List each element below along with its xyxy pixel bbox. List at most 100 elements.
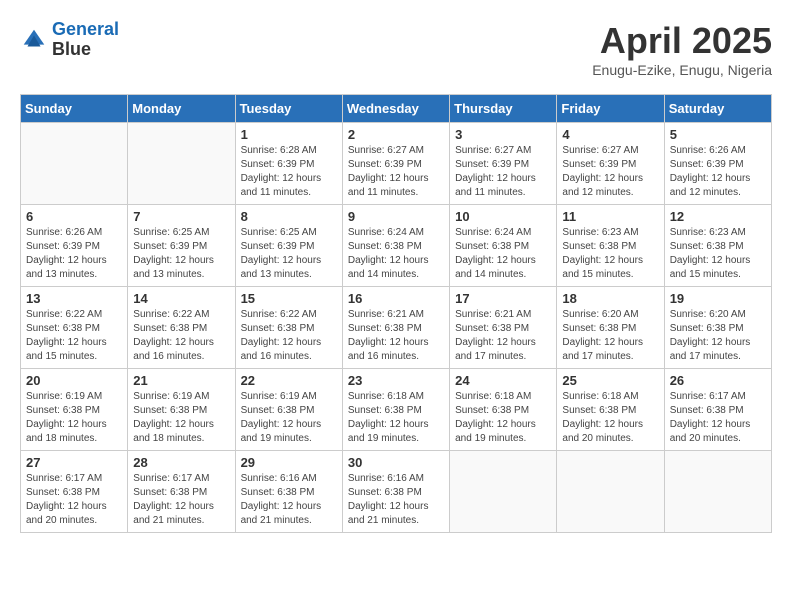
- day-info: Sunrise: 6:23 AMSunset: 6:38 PMDaylight:…: [670, 226, 766, 282]
- calendar-cell: [21, 123, 128, 205]
- day-info: Sunrise: 6:16 AMSunset: 6:38 PMDaylight:…: [241, 472, 337, 528]
- calendar-cell: 6Sunrise: 6:26 AMSunset: 6:39 PMDaylight…: [21, 205, 128, 287]
- day-info: Sunrise: 6:24 AMSunset: 6:38 PMDaylight:…: [455, 226, 551, 282]
- calendar-cell: 20 Sunrise: 6:19 AMSunset: 6:38 PMDayligh…: [21, 369, 128, 451]
- logo-text: General Blue: [52, 20, 119, 60]
- week-row-4: 20 Sunrise: 6:19 AMSunset: 6:38 PMDayligh…: [21, 369, 772, 451]
- weekday-header-row: SundayMondayTuesdayWednesdayThursdayFrid…: [21, 95, 772, 123]
- day-number: 15: [241, 291, 337, 306]
- day-number: 20: [26, 373, 122, 388]
- location: Enugu-Ezike, Enugu, Nigeria: [592, 62, 772, 78]
- calendar-cell: [557, 451, 664, 533]
- day-info: Sunrise: 6:16 AMSunset: 6:38 PMDaylight:…: [348, 472, 444, 528]
- week-row-5: 27 Sunrise: 6:17 AMSunset: 6:38 PMDayligh…: [21, 451, 772, 533]
- day-number: 8: [241, 209, 337, 224]
- day-info: Sunrise: 6:21 AMSunset: 6:38 PMDaylight:…: [455, 308, 551, 364]
- calendar-cell: 9 Sunrise: 6:24 AMSunset: 6:38 PMDaylight…: [342, 205, 449, 287]
- weekday-header-monday: Monday: [128, 95, 235, 123]
- weekday-header-thursday: Thursday: [450, 95, 557, 123]
- calendar-cell: 7Sunrise: 6:25 AMSunset: 6:39 PMDaylight…: [128, 205, 235, 287]
- title-block: April 2025 Enugu-Ezike, Enugu, Nigeria: [592, 20, 772, 78]
- day-number: 4: [562, 127, 658, 142]
- calendar-cell: 4 Sunrise: 6:27 AMSunset: 6:39 PMDaylight…: [557, 123, 664, 205]
- day-info: Sunrise: 6:25 AMSunset: 6:39 PMDaylight:…: [133, 226, 229, 282]
- calendar-cell: 29 Sunrise: 6:16 AMSunset: 6:38 PMDayligh…: [235, 451, 342, 533]
- day-info: Sunrise: 6:20 AMSunset: 6:38 PMDaylight:…: [670, 308, 766, 364]
- day-number: 1: [241, 127, 337, 142]
- day-info: Sunrise: 6:19 AMSunset: 6:38 PMDaylight:…: [241, 390, 337, 446]
- day-info: Sunrise: 6:19 AMSunset: 6:38 PMDaylight:…: [26, 390, 122, 446]
- calendar-cell: [664, 451, 771, 533]
- calendar-cell: 19 Sunrise: 6:20 AMSunset: 6:38 PMDayligh…: [664, 287, 771, 369]
- day-number: 27: [26, 455, 122, 470]
- calendar-cell: 28Sunrise: 6:17 AMSunset: 6:38 PMDayligh…: [128, 451, 235, 533]
- calendar-cell: 14 Sunrise: 6:22 AMSunset: 6:38 PMDayligh…: [128, 287, 235, 369]
- calendar-cell: 17 Sunrise: 6:21 AMSunset: 6:38 PMDayligh…: [450, 287, 557, 369]
- day-number: 28: [133, 455, 229, 470]
- day-number: 24: [455, 373, 551, 388]
- day-info: Sunrise: 6:27 AMSunset: 6:39 PMDaylight:…: [562, 144, 658, 200]
- day-info: Sunrise: 6:18 AMSunset: 6:38 PMDaylight:…: [455, 390, 551, 446]
- day-number: 29: [241, 455, 337, 470]
- week-row-2: 6Sunrise: 6:26 AMSunset: 6:39 PMDaylight…: [21, 205, 772, 287]
- weekday-header-friday: Friday: [557, 95, 664, 123]
- day-info: Sunrise: 6:27 AMSunset: 6:39 PMDaylight:…: [455, 144, 551, 200]
- day-number: 12: [670, 209, 766, 224]
- calendar-cell: 11 Sunrise: 6:23 AMSunset: 6:38 PMDayligh…: [557, 205, 664, 287]
- day-number: 17: [455, 291, 551, 306]
- day-number: 30: [348, 455, 444, 470]
- calendar-cell: 22 Sunrise: 6:19 AMSunset: 6:38 PMDayligh…: [235, 369, 342, 451]
- calendar-cell: 24 Sunrise: 6:18 AMSunset: 6:38 PMDayligh…: [450, 369, 557, 451]
- day-number: 5: [670, 127, 766, 142]
- day-info: Sunrise: 6:18 AMSunset: 6:38 PMDaylight:…: [348, 390, 444, 446]
- week-row-1: 1 Sunrise: 6:28 AMSunset: 6:39 PMDaylight…: [21, 123, 772, 205]
- day-info: Sunrise: 6:22 AMSunset: 6:38 PMDaylight:…: [26, 308, 122, 364]
- day-number: 16: [348, 291, 444, 306]
- day-number: 14: [133, 291, 229, 306]
- calendar-cell: 2 Sunrise: 6:27 AMSunset: 6:39 PMDaylight…: [342, 123, 449, 205]
- day-info: Sunrise: 6:20 AMSunset: 6:38 PMDaylight:…: [562, 308, 658, 364]
- day-info: Sunrise: 6:27 AMSunset: 6:39 PMDaylight:…: [348, 144, 444, 200]
- calendar-table: SundayMondayTuesdayWednesdayThursdayFrid…: [20, 94, 772, 533]
- day-info: Sunrise: 6:21 AMSunset: 6:38 PMDaylight:…: [348, 308, 444, 364]
- calendar-cell: 12 Sunrise: 6:23 AMSunset: 6:38 PMDayligh…: [664, 205, 771, 287]
- day-number: 11: [562, 209, 658, 224]
- day-number: 23: [348, 373, 444, 388]
- calendar-cell: 8 Sunrise: 6:25 AMSunset: 6:39 PMDaylight…: [235, 205, 342, 287]
- day-number: 6: [26, 209, 122, 224]
- weekday-header-sunday: Sunday: [21, 95, 128, 123]
- day-number: 22: [241, 373, 337, 388]
- day-info: Sunrise: 6:17 AMSunset: 6:38 PMDaylight:…: [26, 472, 122, 528]
- month-title: April 2025: [592, 20, 772, 62]
- day-info: Sunrise: 6:23 AMSunset: 6:38 PMDaylight:…: [562, 226, 658, 282]
- calendar-cell: 23 Sunrise: 6:18 AMSunset: 6:38 PMDayligh…: [342, 369, 449, 451]
- day-number: 26: [670, 373, 766, 388]
- day-info: Sunrise: 6:22 AMSunset: 6:38 PMDaylight:…: [133, 308, 229, 364]
- day-info: Sunrise: 6:19 AMSunset: 6:38 PMDaylight:…: [133, 390, 229, 446]
- day-info: Sunrise: 6:18 AMSunset: 6:38 PMDaylight:…: [562, 390, 658, 446]
- calendar-cell: 30 Sunrise: 6:16 AMSunset: 6:38 PMDayligh…: [342, 451, 449, 533]
- day-number: 2: [348, 127, 444, 142]
- day-number: 21: [133, 373, 229, 388]
- weekday-header-wednesday: Wednesday: [342, 95, 449, 123]
- page-header: General Blue April 2025 Enugu-Ezike, Enu…: [20, 20, 772, 78]
- day-info: Sunrise: 6:26 AMSunset: 6:39 PMDaylight:…: [670, 144, 766, 200]
- calendar-cell: 27 Sunrise: 6:17 AMSunset: 6:38 PMDayligh…: [21, 451, 128, 533]
- week-row-3: 13Sunrise: 6:22 AMSunset: 6:38 PMDayligh…: [21, 287, 772, 369]
- calendar-cell: 3Sunrise: 6:27 AMSunset: 6:39 PMDaylight…: [450, 123, 557, 205]
- day-info: Sunrise: 6:17 AMSunset: 6:38 PMDaylight:…: [670, 390, 766, 446]
- logo: General Blue: [20, 20, 119, 60]
- day-number: 9: [348, 209, 444, 224]
- day-number: 19: [670, 291, 766, 306]
- weekday-header-saturday: Saturday: [664, 95, 771, 123]
- calendar-cell: [128, 123, 235, 205]
- calendar-cell: [450, 451, 557, 533]
- weekday-header-tuesday: Tuesday: [235, 95, 342, 123]
- calendar-cell: 26 Sunrise: 6:17 AMSunset: 6:38 PMDayligh…: [664, 369, 771, 451]
- calendar-cell: 1 Sunrise: 6:28 AMSunset: 6:39 PMDaylight…: [235, 123, 342, 205]
- day-number: 25: [562, 373, 658, 388]
- day-info: Sunrise: 6:24 AMSunset: 6:38 PMDaylight:…: [348, 226, 444, 282]
- day-info: Sunrise: 6:28 AMSunset: 6:39 PMDaylight:…: [241, 144, 337, 200]
- day-info: Sunrise: 6:25 AMSunset: 6:39 PMDaylight:…: [241, 226, 337, 282]
- calendar-cell: 25 Sunrise: 6:18 AMSunset: 6:38 PMDayligh…: [557, 369, 664, 451]
